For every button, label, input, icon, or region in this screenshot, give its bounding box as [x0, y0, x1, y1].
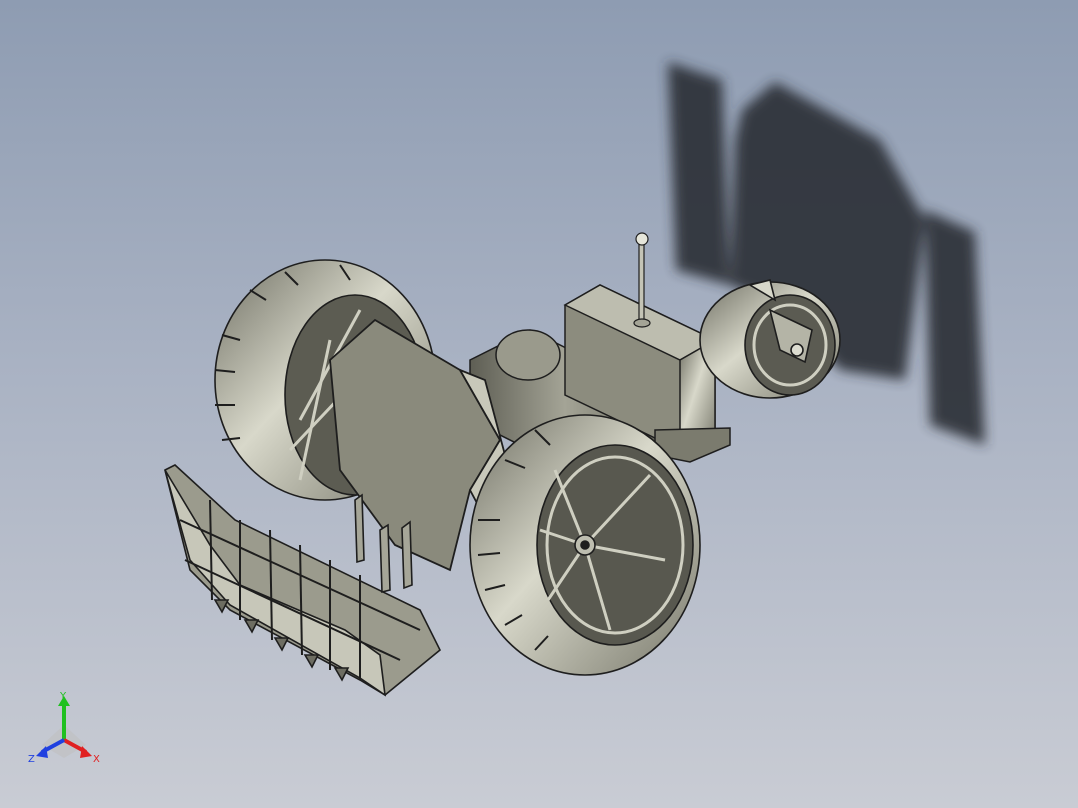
cad-model-view[interactable] [0, 0, 1078, 808]
rear-right-wheel [469, 414, 701, 676]
view-orientation-triad[interactable]: Y X Z [22, 690, 112, 770]
triad-z-arrow [36, 746, 48, 758]
triad-y-label: Y [59, 691, 67, 702]
triad-x-label: X [93, 754, 100, 765]
triad-z-label: Z [28, 754, 35, 765]
graphics-viewport[interactable]: Y X Z [0, 0, 1078, 808]
triad-x-arrow [80, 746, 92, 758]
front-wheel [699, 279, 841, 399]
